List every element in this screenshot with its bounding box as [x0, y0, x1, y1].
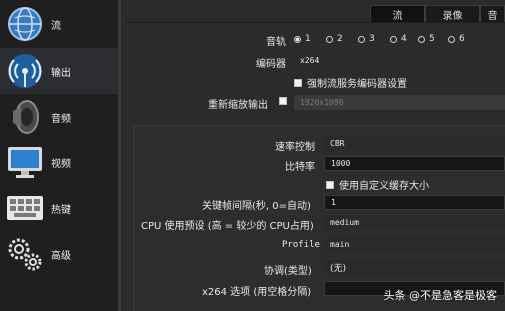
tab-recording[interactable]: 录像 [425, 5, 480, 23]
keyframe-interval-input[interactable]: 1 [324, 195, 505, 210]
bitrate-input[interactable]: 1000 [324, 156, 505, 171]
keyboard-icon [7, 196, 43, 220]
audio-track-radio-4[interactable]: 4 [390, 34, 407, 44]
tune-label: 协调(类型) [264, 266, 312, 277]
sidebar-item-label: 音频 [51, 113, 71, 125]
settings-sidebar: 流 输出 音频 视频 热键 高级 [0, 0, 118, 311]
keyframe-interval-label: 关键帧间隔(秒, 0=自动) [202, 201, 311, 212]
rescale-output-checkbox[interactable] [279, 97, 292, 105]
encoder-label: 编码器 [256, 59, 286, 70]
rescale-resolution-select[interactable]: 1920x1080 [294, 95, 505, 110]
rate-control-select[interactable]: CBR [324, 136, 505, 151]
sidebar-item-audio[interactable]: 音频 [0, 94, 118, 140]
profile-select[interactable]: main [324, 237, 505, 252]
rescale-output-label: 重新缩放输出 [208, 100, 268, 111]
speaker-icon [13, 100, 39, 134]
sidebar-item-output[interactable]: 输出 [0, 48, 118, 94]
sidebar-item-label: 输出 [51, 67, 71, 79]
audio-track-label: 音轨 [266, 37, 286, 48]
sidebar-item-label: 热键 [51, 204, 71, 216]
sidebar-item-label: 视频 [51, 158, 71, 170]
audio-track-radio-6[interactable]: 6 [448, 34, 465, 44]
tune-select[interactable]: (无) [324, 260, 505, 275]
tab-audio[interactable]: 音 [480, 5, 505, 23]
x264-options-label: x264 选项 (用空格分隔) [202, 287, 312, 298]
enforce-encoder-checkbox[interactable]: 强制流服务编码器设置 [294, 75, 407, 90]
sidebar-item-label: 流 [51, 20, 61, 32]
tab-divider [126, 22, 505, 23]
sidebar-item-stream[interactable]: 流 [0, 1, 118, 47]
rate-control-label: 速率控制 [275, 142, 315, 153]
watermark: 头条 @不是急客是极客 [383, 289, 498, 302]
cpu-preset-select[interactable]: medium [324, 215, 505, 230]
cpu-preset-label: CPU 使用预设 (高 = 较少的 CPU占用) [141, 221, 314, 232]
profile-label: Profile [282, 240, 320, 250]
audio-track-radio-2[interactable]: 2 [326, 34, 343, 44]
globe-icon [8, 7, 42, 41]
tab-stream[interactable]: 流 [370, 5, 425, 23]
custom-buffer-checkbox[interactable]: 使用自定义缓存大小 [326, 177, 429, 192]
audio-track-radio-5[interactable]: 5 [418, 34, 435, 44]
audio-track-radio-1[interactable]: 1 [294, 34, 311, 44]
gears-icon [8, 238, 42, 271]
broadcast-icon [8, 54, 42, 88]
sidebar-item-label: 高级 [51, 250, 71, 262]
monitor-icon [8, 147, 42, 178]
sidebar-splitter[interactable] [118, 0, 121, 311]
sidebar-item-video[interactable]: 视频 [0, 139, 118, 185]
encoder-select[interactable]: x264 [294, 53, 505, 68]
audio-track-radio-3[interactable]: 3 [358, 34, 375, 44]
bitrate-label: 比特率 [285, 162, 315, 173]
sidebar-item-hotkeys[interactable]: 热键 [0, 185, 118, 231]
sidebar-item-advanced[interactable]: 高级 [0, 231, 118, 277]
